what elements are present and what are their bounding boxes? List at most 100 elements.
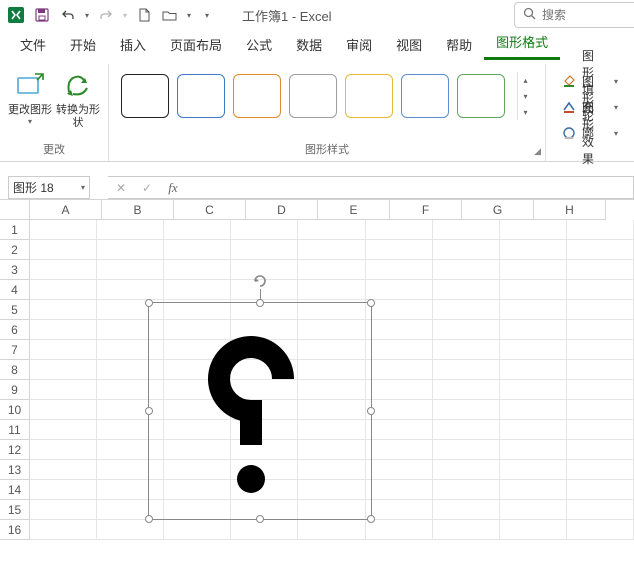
col-header[interactable]: B: [102, 200, 174, 220]
formula-input[interactable]: [186, 176, 634, 199]
cell[interactable]: [500, 520, 567, 540]
open-dropdown-icon[interactable]: ▾: [184, 11, 194, 20]
cell[interactable]: [567, 400, 634, 420]
cell[interactable]: [298, 280, 365, 300]
row-header[interactable]: 6: [0, 320, 30, 340]
col-header[interactable]: H: [534, 200, 606, 220]
cell[interactable]: [164, 520, 231, 540]
style-swatch-2[interactable]: [177, 74, 225, 118]
cell[interactable]: [30, 360, 97, 380]
rotate-handle-icon[interactable]: [252, 273, 268, 289]
col-header[interactable]: A: [30, 200, 102, 220]
cell[interactable]: [30, 300, 97, 320]
cell[interactable]: [500, 240, 567, 260]
cell[interactable]: [500, 460, 567, 480]
cell[interactable]: [97, 520, 164, 540]
cell[interactable]: [366, 520, 433, 540]
cell[interactable]: [366, 260, 433, 280]
cell[interactable]: [366, 220, 433, 240]
cell[interactable]: [366, 240, 433, 260]
qat-customize-icon[interactable]: ▾: [202, 11, 212, 20]
cell[interactable]: [164, 260, 231, 280]
cell[interactable]: [433, 320, 500, 340]
row-header[interactable]: 1: [0, 220, 30, 240]
cell[interactable]: [164, 220, 231, 240]
cell[interactable]: [231, 240, 298, 260]
cell[interactable]: [500, 360, 567, 380]
cell[interactable]: [567, 300, 634, 320]
redo-dropdown-icon[interactable]: ▾: [120, 11, 130, 20]
row-header[interactable]: 8: [0, 360, 30, 380]
col-header[interactable]: D: [246, 200, 318, 220]
cell[interactable]: [433, 460, 500, 480]
cell[interactable]: [30, 340, 97, 360]
tab-insert[interactable]: 插入: [108, 29, 158, 60]
excel-app-icon[interactable]: [4, 3, 28, 27]
cell[interactable]: [567, 240, 634, 260]
row-header[interactable]: 11: [0, 420, 30, 440]
row-header[interactable]: 9: [0, 380, 30, 400]
cell[interactable]: [30, 440, 97, 460]
cell[interactable]: [567, 380, 634, 400]
resize-handle[interactable]: [367, 515, 375, 523]
open-file-button[interactable]: [158, 3, 182, 27]
resize-handle[interactable]: [256, 515, 264, 523]
cell[interactable]: [567, 220, 634, 240]
cell[interactable]: [164, 240, 231, 260]
cell[interactable]: [433, 240, 500, 260]
cell[interactable]: [433, 400, 500, 420]
save-button[interactable]: [30, 3, 54, 27]
search-box[interactable]: [514, 2, 634, 28]
cell[interactable]: [567, 420, 634, 440]
cell[interactable]: [30, 240, 97, 260]
cell[interactable]: [298, 240, 365, 260]
cell[interactable]: [97, 260, 164, 280]
cell[interactable]: [500, 300, 567, 320]
tab-file[interactable]: 文件: [8, 29, 58, 60]
cell[interactable]: [30, 480, 97, 500]
cell[interactable]: [164, 280, 231, 300]
cell[interactable]: [366, 420, 433, 440]
tab-formulas[interactable]: 公式: [234, 29, 284, 60]
name-box[interactable]: 图形 18 ▾: [8, 176, 90, 199]
cell[interactable]: [433, 360, 500, 380]
cell[interactable]: [433, 220, 500, 240]
tab-page-layout[interactable]: 页面布局: [158, 29, 234, 60]
resize-handle[interactable]: [367, 407, 375, 415]
cell[interactable]: [567, 340, 634, 360]
tab-help[interactable]: 帮助: [434, 29, 484, 60]
cell[interactable]: [366, 320, 433, 340]
cell[interactable]: [97, 280, 164, 300]
cell[interactable]: [366, 460, 433, 480]
tab-review[interactable]: 审阅: [334, 29, 384, 60]
tab-shape-format[interactable]: 图形格式: [484, 26, 560, 60]
col-header[interactable]: C: [174, 200, 246, 220]
row-header[interactable]: 15: [0, 500, 30, 520]
cell[interactable]: [30, 420, 97, 440]
cell[interactable]: [298, 220, 365, 240]
cell[interactable]: [567, 500, 634, 520]
cell[interactable]: [433, 520, 500, 540]
cell[interactable]: [500, 220, 567, 240]
cell[interactable]: [433, 300, 500, 320]
style-gallery-more[interactable]: ▴ ▾ ▾: [517, 72, 533, 120]
cell[interactable]: [30, 320, 97, 340]
style-swatch-4[interactable]: [289, 74, 337, 118]
cell[interactable]: [30, 260, 97, 280]
cell[interactable]: [30, 500, 97, 520]
cancel-formula-button[interactable]: ✕: [108, 177, 134, 198]
cell[interactable]: [500, 340, 567, 360]
cell[interactable]: [433, 500, 500, 520]
cell[interactable]: [433, 440, 500, 460]
row-header[interactable]: 14: [0, 480, 30, 500]
style-swatch-3[interactable]: [233, 74, 281, 118]
cell[interactable]: [366, 280, 433, 300]
worksheet-grid[interactable]: A B C D E F G H 12345678910111213141516: [0, 200, 634, 550]
tab-data[interactable]: 数据: [284, 29, 334, 60]
col-header[interactable]: E: [318, 200, 390, 220]
undo-dropdown-icon[interactable]: ▾: [82, 11, 92, 20]
cell[interactable]: [567, 360, 634, 380]
cell[interactable]: [433, 480, 500, 500]
cell[interactable]: [366, 300, 433, 320]
new-file-button[interactable]: [132, 3, 156, 27]
